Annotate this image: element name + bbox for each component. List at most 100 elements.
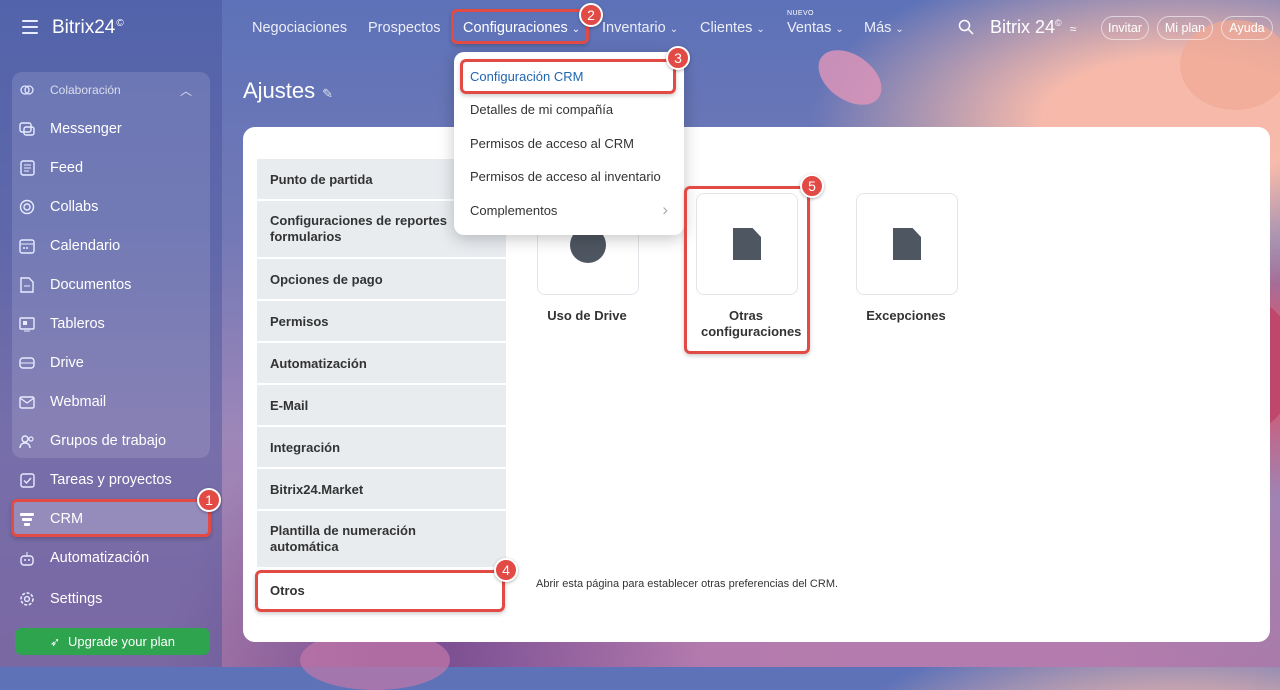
new-badge: NUEVO xyxy=(787,10,814,17)
document-icon xyxy=(18,276,36,294)
highlight-others xyxy=(255,570,505,612)
menu-item-label: Permisos xyxy=(270,313,329,329)
highlight-configurations xyxy=(451,9,589,44)
nav-leads[interactable]: Prospectos xyxy=(368,20,441,36)
dropdown-item-label: Permisos de acceso al inventario xyxy=(470,169,661,184)
nav-label: Prospectos xyxy=(368,20,441,36)
page-title: Ajustes ✎ xyxy=(243,78,333,104)
settings-menu-item[interactable]: Opciones de pago xyxy=(257,259,506,299)
plan-label: Mi plan xyxy=(1164,21,1206,35)
chevron-down-icon: ⌄ xyxy=(835,24,844,35)
collaboration-icon xyxy=(18,81,36,99)
sidebar-item-label: Drive xyxy=(50,355,84,371)
sidebar-item-webmail[interactable]: Webmail xyxy=(18,383,206,421)
menu-item-label: Punto de partida xyxy=(270,171,373,187)
chevron-right-icon: › xyxy=(662,200,668,219)
board-icon xyxy=(18,315,36,333)
sidebar-item-calendar[interactable]: Calendario xyxy=(18,227,206,265)
menu-item-label: Opciones de pago xyxy=(270,271,383,287)
sidebar: Bitrix24© Colaboración ︿ Messenger Feed … xyxy=(0,0,222,667)
dropdown-item-label: Permisos de acceso al CRM xyxy=(470,136,634,151)
pin-icon[interactable]: ✎ xyxy=(322,86,333,101)
sidebar-item-label: Collabs xyxy=(50,199,99,215)
menu-item-label: E-Mail xyxy=(270,397,309,413)
dropdown-item-crm-permissions[interactable]: Permisos de acceso al CRM xyxy=(470,136,634,151)
upgrade-plan-button[interactable]: ➶ Upgrade your plan xyxy=(15,628,210,655)
top-brand-name: Bitrix 24 xyxy=(990,17,1056,37)
step-badge: 3 xyxy=(666,46,690,70)
chevron-down-icon: ⌄ xyxy=(895,24,904,35)
settings-menu-item[interactable]: Bitrix24.Market xyxy=(257,469,506,509)
nav-label: Clientes xyxy=(700,20,753,36)
gear-icon xyxy=(18,590,36,608)
help-button[interactable]: Ayuda xyxy=(1221,16,1273,40)
mail-icon xyxy=(18,393,36,411)
nav-more[interactable]: Más ⌄ xyxy=(864,20,904,36)
robot-icon xyxy=(18,549,36,567)
sidebar-item-automation[interactable]: Automatización xyxy=(18,539,206,577)
sliders-icon[interactable]: ≈ xyxy=(1070,22,1077,36)
collaboration-label: Colaboración xyxy=(50,83,121,97)
menu-item-label: Bitrix24.Market xyxy=(270,481,364,497)
step-badge: 1 xyxy=(197,488,221,512)
nav-label: Más xyxy=(864,20,892,36)
nav-label: Ventas xyxy=(787,20,832,36)
top-navigation: Negociaciones Prospectos Configuraciones… xyxy=(0,0,1280,56)
settings-menu-item[interactable]: Permisos xyxy=(257,301,506,341)
collaboration-header[interactable]: Colaboración ︿ xyxy=(18,71,206,109)
sidebar-item-tasks[interactable]: Tareas y proyectos xyxy=(18,461,206,499)
sidebar-item-drive[interactable]: Drive xyxy=(18,344,206,382)
nav-inventory[interactable]: Inventario ⌄ xyxy=(602,20,678,36)
nav-label: Inventario xyxy=(602,20,666,36)
group-icon xyxy=(18,432,36,450)
dropdown-item-inventory-permissions[interactable]: Permisos de acceso al inventario xyxy=(470,169,661,184)
sidebar-item-label: Feed xyxy=(50,160,84,176)
my-plan-button[interactable]: Mi plan xyxy=(1157,16,1213,40)
search-icon[interactable] xyxy=(958,19,974,40)
chevron-up-icon[interactable]: ︿ xyxy=(180,82,192,99)
chat-icon xyxy=(18,120,36,138)
settings-menu-item[interactable]: Integración xyxy=(257,427,506,467)
dropdown-item-addons[interactable]: Complementos › xyxy=(470,200,670,219)
feed-icon xyxy=(18,159,36,177)
menu-item-label: Plantilla de numeración automática xyxy=(270,523,416,554)
dropdown-item-label: Detalles de mi compañía xyxy=(470,102,614,117)
step-badge: 2 xyxy=(579,3,603,27)
top-brand[interactable]: Bitrix 24© ≈ xyxy=(990,17,1076,38)
menu-item-label: Integración xyxy=(270,439,341,455)
help-label: Ayuda xyxy=(1229,21,1265,35)
sidebar-item-documents[interactable]: Documentos xyxy=(18,266,206,304)
task-check-icon xyxy=(18,471,36,489)
settings-menu-item[interactable]: Automatización xyxy=(257,343,506,383)
dropdown-item-company-details[interactable]: Detalles de mi compañía xyxy=(470,102,613,117)
sidebar-item-collabs[interactable]: Collabs xyxy=(18,188,206,226)
calendar-icon xyxy=(18,237,36,255)
sidebar-item-label: Documentos xyxy=(50,277,132,293)
drive-icon xyxy=(18,354,36,372)
step-badge: 4 xyxy=(494,558,518,582)
highlight-other-settings xyxy=(684,186,810,354)
sidebar-item-label: Calendario xyxy=(50,238,121,254)
info-text: Abrir esta página para establecer otras … xyxy=(536,578,839,590)
sidebar-item-label: Tableros xyxy=(50,316,105,332)
sidebar-item-messenger[interactable]: Messenger xyxy=(18,110,206,148)
sidebar-item-boards[interactable]: Tableros xyxy=(18,305,206,343)
nav-deals[interactable]: Negociaciones xyxy=(252,20,347,36)
chevron-down-icon: ⌄ xyxy=(669,24,679,35)
top-brand-mark: © xyxy=(1055,18,1062,28)
nav-clients[interactable]: Clientes ⌄ xyxy=(700,20,765,36)
sidebar-item-label: Grupos de trabajo xyxy=(50,433,167,449)
page-title-text: Ajustes xyxy=(243,78,316,103)
collabs-icon xyxy=(18,198,36,216)
step-badge: 5 xyxy=(800,174,824,198)
exceptions-tile[interactable] xyxy=(856,193,958,295)
sidebar-item-feed[interactable]: Feed xyxy=(18,149,206,187)
rocket-icon: ➶ xyxy=(49,634,61,649)
settings-menu-item[interactable]: Plantilla de numeración automática xyxy=(257,511,506,567)
sidebar-item-settings[interactable]: Settings xyxy=(18,580,206,618)
invite-button[interactable]: Invitar xyxy=(1101,16,1149,40)
sidebar-item-label: Automatización xyxy=(50,550,150,566)
nav-sales[interactable]: Ventas ⌄ xyxy=(787,20,844,36)
settings-menu-item[interactable]: E-Mail xyxy=(257,385,506,425)
sidebar-item-workgroups[interactable]: Grupos de trabajo xyxy=(18,422,206,460)
